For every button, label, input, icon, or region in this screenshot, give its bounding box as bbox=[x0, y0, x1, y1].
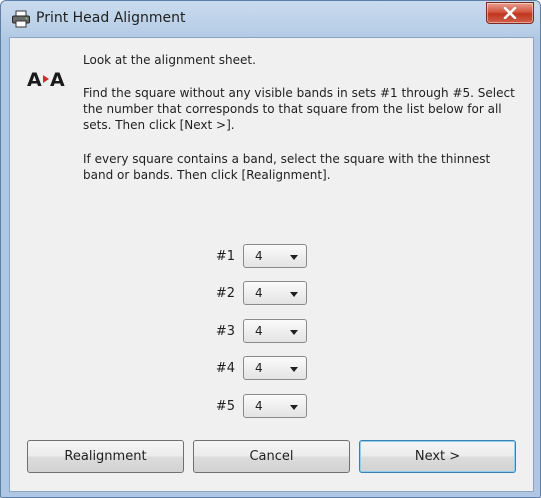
set-label: #2 bbox=[215, 286, 235, 301]
dialog-content: A A Look at the alignment sheet. Find th… bbox=[9, 37, 534, 492]
set-1-select[interactable]: 4 bbox=[243, 244, 307, 268]
cancel-button[interactable]: Cancel bbox=[193, 440, 350, 473]
window-title: Print Head Alignment bbox=[36, 10, 186, 26]
title-bar: Print Head Alignment bbox=[1, 1, 540, 37]
set-3-value: 4 bbox=[255, 324, 263, 338]
set-2-select[interactable]: 4 bbox=[243, 281, 307, 305]
alignment-icon: A A bbox=[27, 68, 71, 91]
instruction-line-3: If every square contains a band, select … bbox=[83, 152, 491, 182]
set-4-select[interactable]: 4 bbox=[243, 356, 307, 380]
set-1-value: 4 bbox=[255, 249, 263, 263]
set-row-5: #5 4 bbox=[207, 394, 317, 420]
set-3-select[interactable]: 4 bbox=[243, 319, 307, 343]
set-label: #3 bbox=[215, 324, 235, 339]
instruction-line-1: Look at the alignment sheet. bbox=[83, 53, 256, 67]
dropdown-arrow-icon bbox=[290, 292, 298, 297]
next-button[interactable]: Next > bbox=[359, 440, 516, 473]
logo-letter-left: A bbox=[27, 69, 42, 90]
set-5-value: 4 bbox=[255, 399, 263, 413]
set-label: #5 bbox=[215, 399, 235, 414]
set-row-2: #2 4 bbox=[207, 281, 317, 307]
dropdown-arrow-icon bbox=[290, 330, 298, 335]
set-5-select[interactable]: 4 bbox=[243, 394, 307, 418]
dropdown-arrow-icon bbox=[290, 405, 298, 410]
set-row-1: #1 4 bbox=[207, 244, 317, 270]
set-row-3: #3 4 bbox=[207, 319, 317, 345]
close-button[interactable] bbox=[486, 2, 534, 24]
dialog-window: Print Head Alignment A A Look at the ali… bbox=[0, 0, 541, 498]
set-4-value: 4 bbox=[255, 361, 263, 375]
set-label: #4 bbox=[215, 361, 235, 376]
set-row-4: #4 4 bbox=[207, 356, 317, 382]
realignment-button[interactable]: Realignment bbox=[27, 440, 184, 473]
set-label: #1 bbox=[215, 249, 235, 264]
dropdown-arrow-icon bbox=[290, 367, 298, 372]
instruction-line-2: Find the square without any visible band… bbox=[83, 86, 515, 132]
printer-icon bbox=[11, 10, 31, 28]
set-2-value: 4 bbox=[255, 286, 263, 300]
logo-letter-right: A bbox=[50, 69, 65, 90]
dropdown-arrow-icon bbox=[290, 255, 298, 260]
close-icon bbox=[503, 7, 517, 19]
